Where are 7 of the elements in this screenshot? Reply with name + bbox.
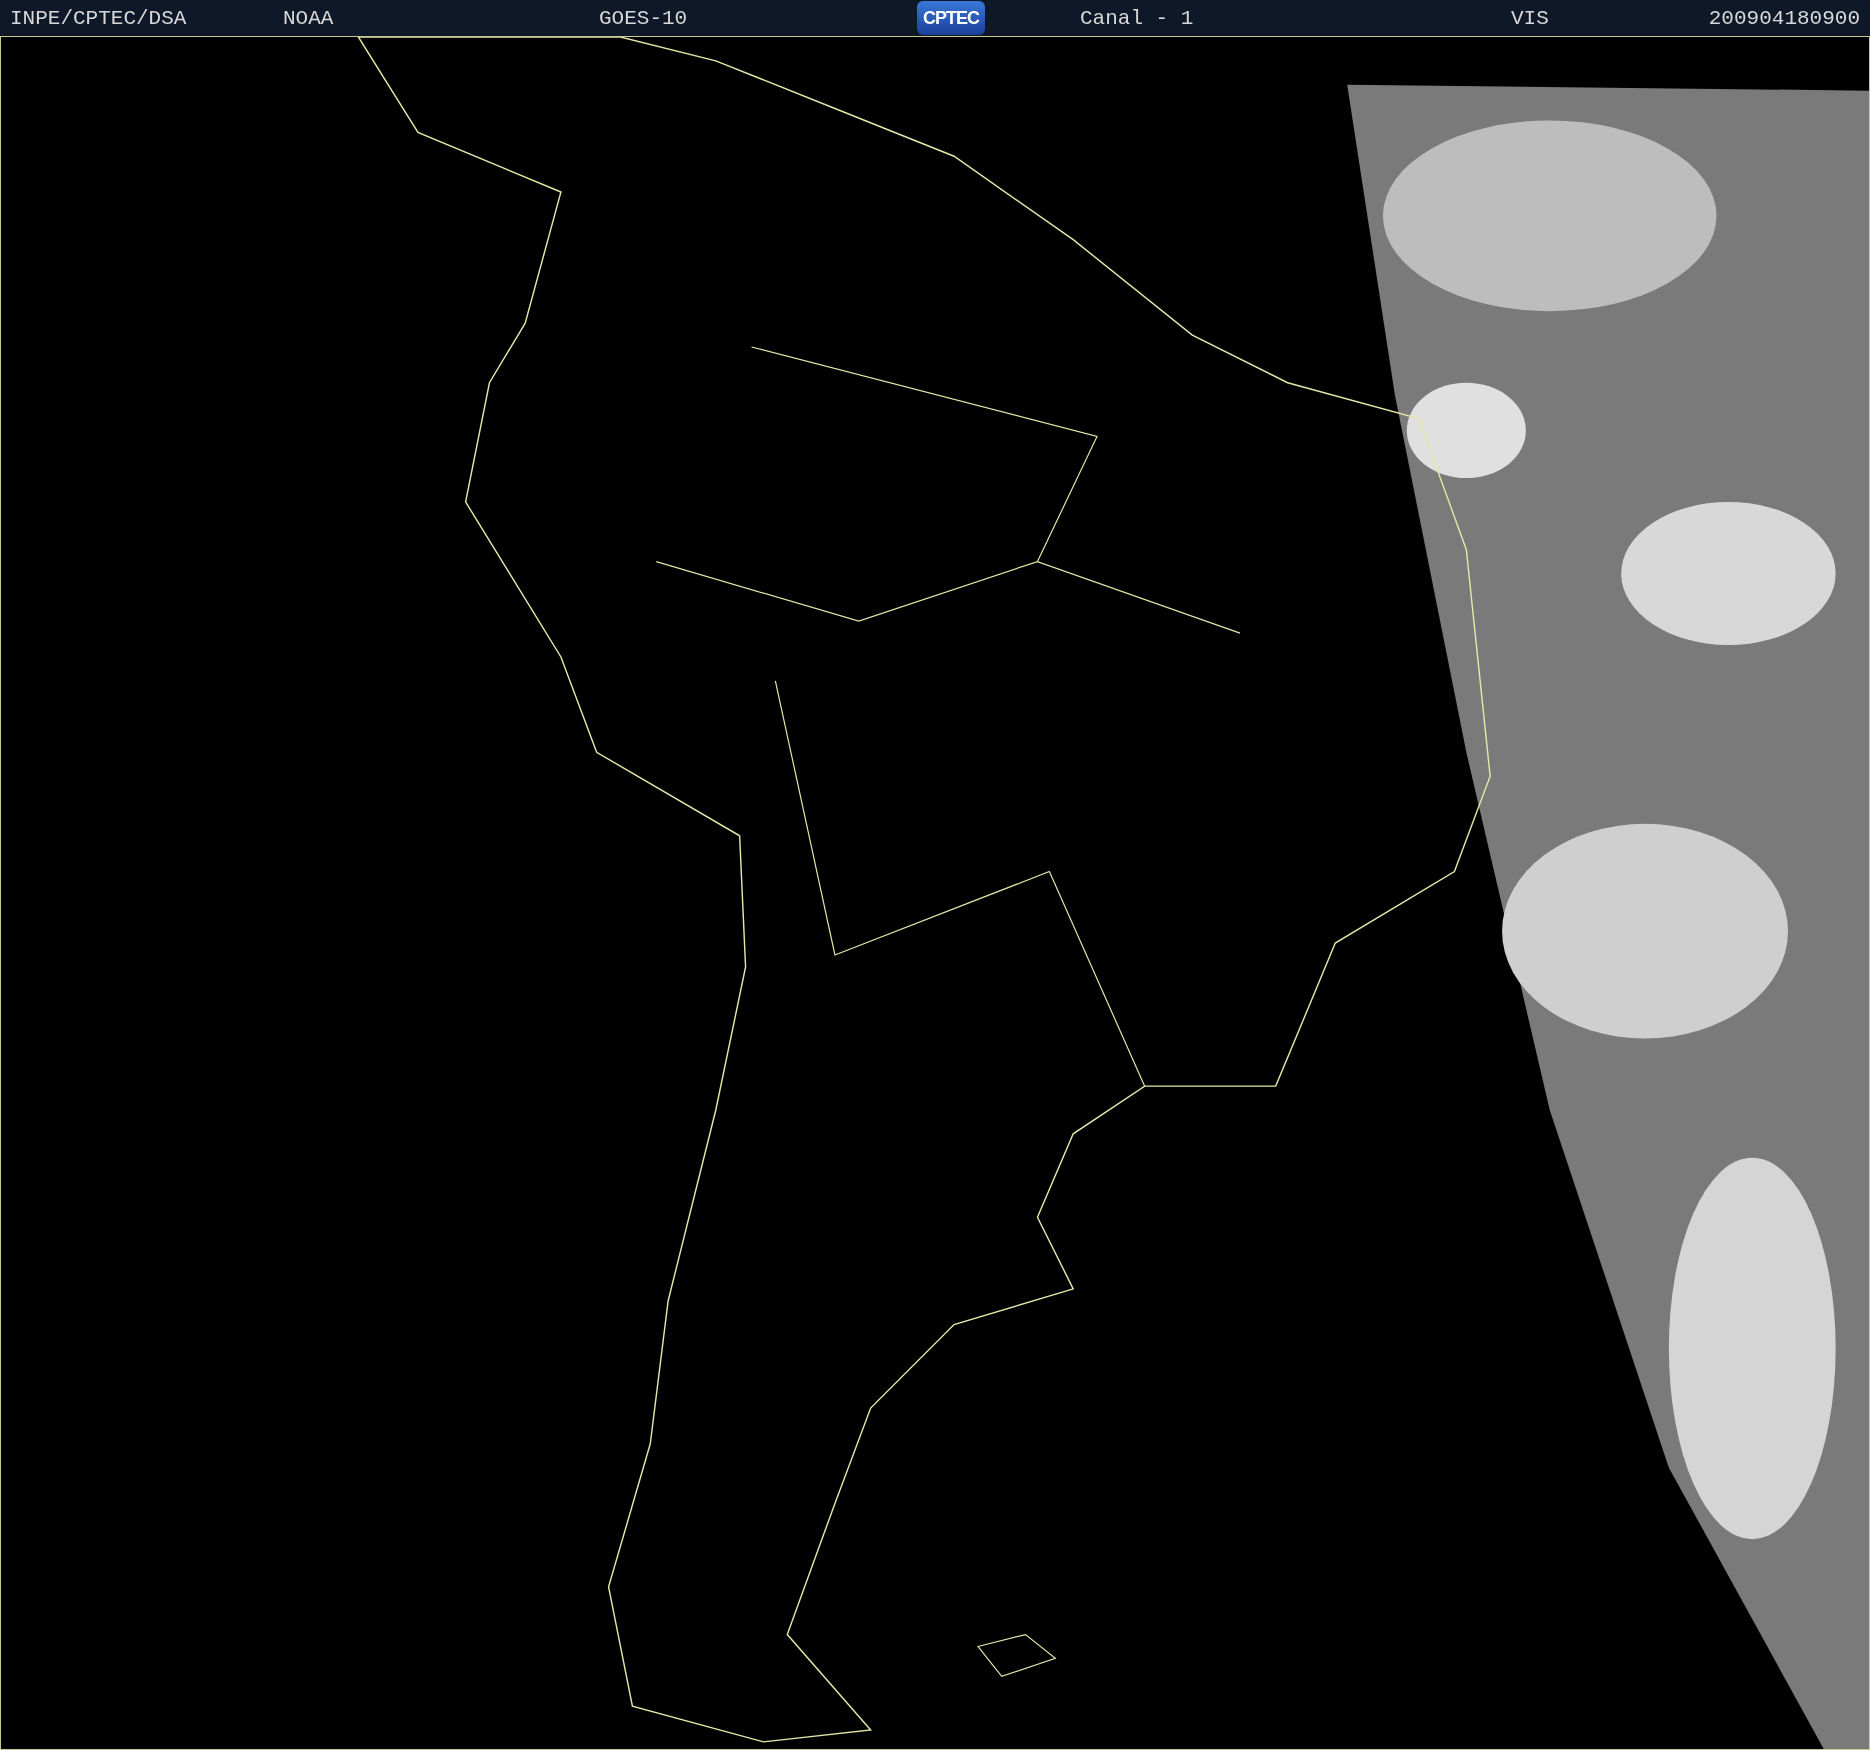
header-label: GOES-10 (599, 6, 689, 30)
header-label: Canal - 1 (1080, 6, 1195, 30)
header-label: NOAA (283, 6, 335, 30)
logo: CPTEC (917, 1, 985, 35)
header-label: VIS (1511, 6, 1550, 30)
header-label: INPE/CPTEC/DSA (10, 6, 188, 30)
header-label: 200904180900 (1708, 6, 1860, 30)
